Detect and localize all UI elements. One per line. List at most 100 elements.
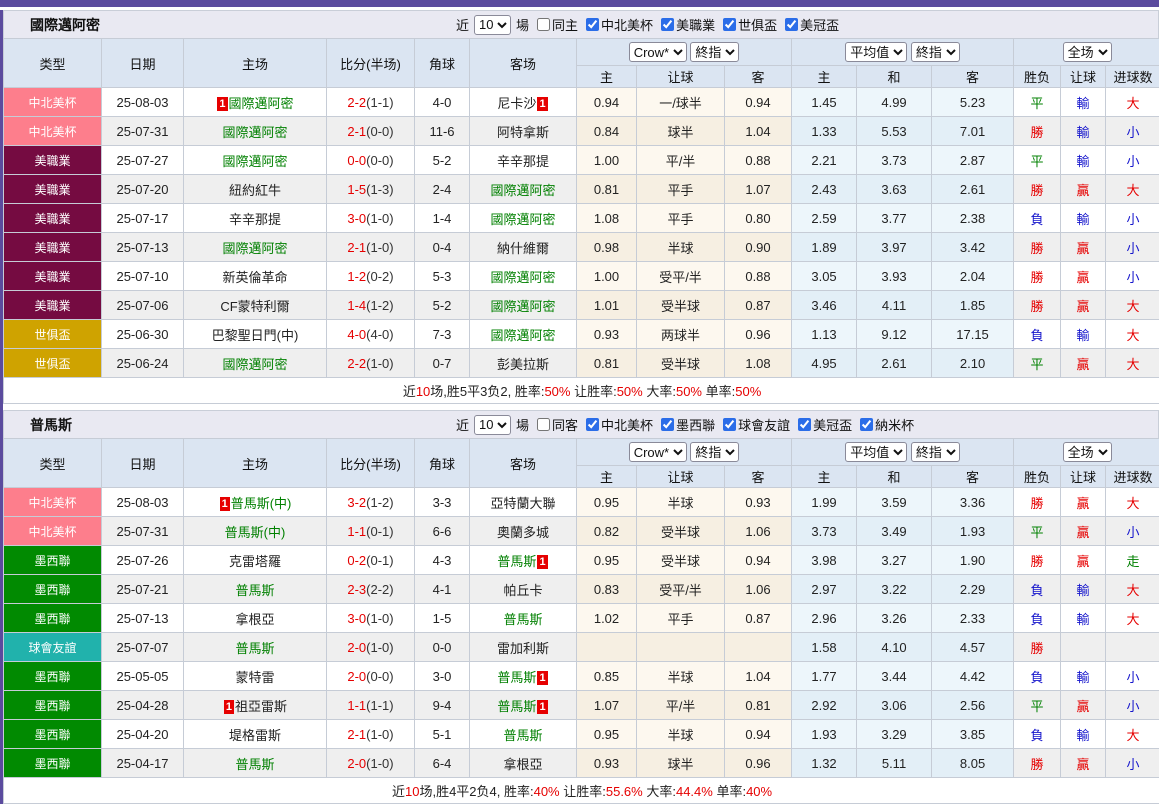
recent-count-select[interactable]: 10 [474, 415, 511, 435]
team-name-link[interactable]: 納什維爾 [497, 241, 549, 256]
result-goals: 大 [1106, 349, 1159, 378]
league-filter-checkbox[interactable] [860, 418, 873, 431]
team-name-link[interactable]: 國際邁阿密 [490, 183, 555, 198]
team-name-link[interactable]: 帕丘卡 [503, 583, 542, 598]
match-row: 墨西聯25-07-26克雷塔羅0-2(0-1)4-3普馬斯10.95受半球0.9… [4, 546, 1159, 575]
team-name-link[interactable]: 普馬斯 [503, 728, 542, 743]
same-venue-checkbox-label[interactable]: 同主 [531, 15, 578, 34]
team-name-link[interactable]: 紐約紅牛 [229, 183, 281, 198]
team-name-link[interactable]: CF蒙特利爾 [220, 299, 289, 314]
league-filter-checkbox-label[interactable]: 美冠盃 [792, 415, 852, 434]
league-filter-checkbox[interactable] [785, 18, 798, 31]
league-filter-checkbox-label[interactable]: 納米杯 [854, 415, 914, 434]
team-name-link[interactable]: 阿特拿斯 [497, 125, 549, 140]
team-name-link[interactable]: 祖亞雷斯 [235, 699, 287, 714]
team-name-link[interactable]: 普馬斯 [235, 641, 274, 656]
team-name-link[interactable]: 普馬斯(中) [225, 525, 286, 540]
handicap-home-odds: 0.95 [577, 488, 637, 517]
score-cell: 0-0(0-0) [327, 146, 415, 175]
match-row: 美職業25-07-10新英倫革命1-2(0-2)5-3國際邁阿密1.00受平/半… [4, 262, 1159, 291]
team-name-link[interactable]: 國際邁阿密 [222, 241, 287, 256]
fulltime-score: 1-2 [347, 269, 366, 284]
team-name-link[interactable]: 拿根亞 [503, 757, 542, 772]
league-filter-checkbox-label[interactable]: 墨西聯 [655, 415, 715, 434]
team-name-link[interactable]: 堤格雷斯 [229, 728, 281, 743]
team-name-link[interactable]: 國際邁阿密 [490, 328, 555, 343]
team-name-link[interactable]: 辛辛那提 [229, 212, 281, 227]
team-name-link[interactable]: 普馬斯 [235, 757, 274, 772]
handicap-line: 受半球 [637, 349, 725, 378]
league-filter-checkbox-label[interactable]: 美冠盃 [779, 15, 839, 34]
team-name-link[interactable]: 普馬斯 [497, 554, 536, 569]
team-name-link[interactable]: 國際邁阿密 [490, 212, 555, 227]
team-name-link[interactable]: 普馬斯 [497, 699, 536, 714]
odds-stage-select[interactable]: 終指 [690, 442, 739, 462]
result-handicap: 贏 [1061, 749, 1106, 778]
avg-stage-select[interactable]: 終指 [911, 42, 960, 62]
avg-home-odds: 1.13 [792, 320, 857, 349]
rank-badge: 1 [224, 700, 234, 714]
team-name-link[interactable]: 拿根亞 [235, 612, 274, 627]
team-name-link[interactable]: 彭美拉斯 [497, 357, 549, 372]
avg-draw-odds: 4.11 [857, 291, 932, 320]
home-team-cell: 普馬斯 [184, 633, 327, 662]
scope-select-group: 全场 [1014, 439, 1159, 466]
team-name-link[interactable]: 普馬斯 [235, 583, 274, 598]
team-name-link[interactable]: 克雷塔羅 [229, 554, 281, 569]
odds-stage-select[interactable]: 終指 [690, 42, 739, 62]
odds-provider-select[interactable]: Crow* [629, 442, 687, 462]
recent-count-select[interactable]: 10 [474, 15, 511, 35]
same-venue-checkbox-label[interactable]: 同客 [531, 415, 578, 434]
avg-odds-select[interactable]: 平均值 [845, 42, 907, 62]
team-name-link[interactable]: 巴黎聖日門(中) [212, 328, 299, 343]
team-name-link[interactable]: 辛辛那提 [497, 154, 549, 169]
handicap-away-odds: 0.88 [725, 262, 792, 291]
odds-provider-select[interactable]: Crow* [629, 42, 687, 62]
scope-select[interactable]: 全场 [1063, 442, 1112, 462]
team-name-link[interactable]: 普馬斯 [497, 670, 536, 685]
team-name-link[interactable]: 國際邁阿密 [229, 96, 294, 111]
league-filter-checkbox[interactable] [723, 18, 736, 31]
team-name-link[interactable]: 尼卡沙 [497, 96, 536, 111]
column-header: 角球 [415, 39, 470, 88]
team-name-link[interactable]: 普馬斯 [503, 612, 542, 627]
team-name-link[interactable]: 新英倫革命 [222, 270, 287, 285]
result-goals: 小 [1106, 146, 1159, 175]
league-filter-checkbox-label[interactable]: 球會友誼 [717, 415, 790, 434]
avg-draw-odds: 3.26 [857, 604, 932, 633]
avg-odds-select[interactable]: 平均值 [845, 442, 907, 462]
same-venue-checkbox[interactable] [537, 418, 550, 431]
league-filter-checkbox[interactable] [586, 418, 599, 431]
league-filter-checkbox[interactable] [661, 418, 674, 431]
team-name-link[interactable]: 亞特蘭大聯 [490, 496, 555, 511]
team-name-link[interactable]: 國際邁阿密 [222, 357, 287, 372]
away-team-cell: 國際邁阿密 [470, 175, 577, 204]
team-name-link[interactable]: 國際邁阿密 [490, 270, 555, 285]
avg-away-odds: 1.93 [932, 517, 1014, 546]
league-filter-checkbox[interactable] [798, 418, 811, 431]
away-team-cell: 國際邁阿密 [470, 204, 577, 233]
column-header: 客场 [470, 39, 577, 88]
league-filter-checkbox[interactable] [723, 418, 736, 431]
league-cell: 美職業 [4, 175, 102, 204]
league-filter-checkbox-label[interactable]: 世俱盃 [717, 15, 777, 34]
league-filter-checkbox-label[interactable]: 中北美杯 [580, 15, 653, 34]
avg-away-odds: 2.87 [932, 146, 1014, 175]
avg-stage-select[interactable]: 終指 [911, 442, 960, 462]
league-filter-checkbox[interactable] [661, 18, 674, 31]
league-filter-checkbox-text: 墨西聯 [676, 415, 715, 434]
team-name-link[interactable]: 雷加利斯 [497, 641, 549, 656]
team-name-link[interactable]: 蒙特雷 [235, 670, 274, 685]
same-venue-checkbox[interactable] [537, 18, 550, 31]
league-filter-checkbox-label[interactable]: 中北美杯 [580, 415, 653, 434]
team-name-link[interactable]: 奧蘭多城 [497, 525, 549, 540]
league-filter-checkbox-label[interactable]: 美職業 [655, 15, 715, 34]
column-header: 客 [725, 66, 792, 88]
team-name-link[interactable]: 普馬斯(中) [231, 496, 292, 511]
fulltime-score: 3-2 [347, 495, 366, 510]
team-name-link[interactable]: 國際邁阿密 [490, 299, 555, 314]
team-name-link[interactable]: 國際邁阿密 [222, 125, 287, 140]
scope-select[interactable]: 全场 [1063, 42, 1112, 62]
team-name-link[interactable]: 國際邁阿密 [222, 154, 287, 169]
league-filter-checkbox[interactable] [586, 18, 599, 31]
